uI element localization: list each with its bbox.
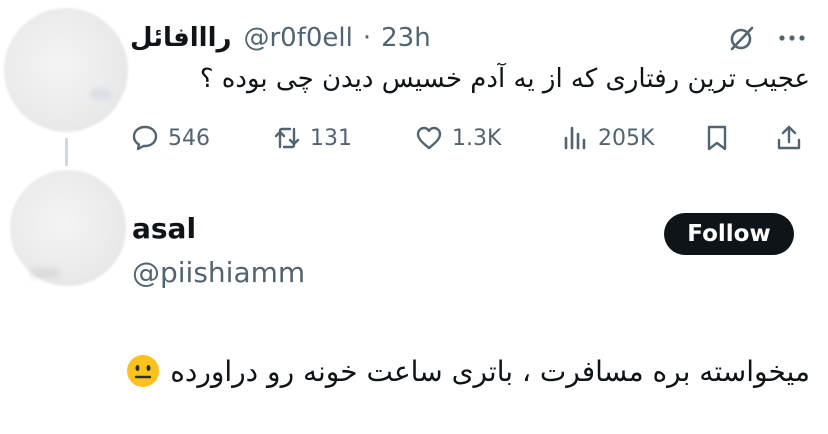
views-count: 205K bbox=[598, 125, 655, 151]
tweet-text: عجیب ترین رفتاری که از یه آدم خسیس دیدن … bbox=[199, 64, 810, 94]
reply-icon bbox=[132, 125, 158, 151]
views-chart-icon bbox=[564, 126, 586, 150]
bookmark-button[interactable] bbox=[702, 118, 732, 158]
share-icon bbox=[777, 125, 801, 150]
more-options-icon[interactable] bbox=[776, 28, 808, 48]
reply-text: میخواسته بره مسافرت ، باتری ساعت خونه رو… bbox=[170, 354, 810, 388]
reply-author-name[interactable]: asal bbox=[132, 212, 196, 245]
neutral-face-emoji-icon bbox=[127, 355, 160, 387]
tweet-header: @r0f0ell · 23h bbox=[243, 18, 430, 58]
bookmark-icon bbox=[707, 125, 727, 151]
reply-count: 546 bbox=[168, 125, 210, 151]
tweet-author-avatar[interactable] bbox=[4, 8, 128, 132]
header-separator: · bbox=[362, 23, 372, 53]
heart-icon bbox=[416, 126, 442, 150]
views-button[interactable]: 205K bbox=[560, 118, 654, 158]
tweet-timestamp[interactable]: 23h bbox=[381, 23, 431, 53]
avatar-blur-detail bbox=[90, 88, 112, 100]
reply-author-handle[interactable]: @piishiamm bbox=[132, 256, 305, 289]
grok-icon[interactable] bbox=[726, 24, 756, 54]
tweet-author-handle[interactable]: @r0f0ell bbox=[243, 23, 352, 53]
tweet-author-name-text: رااافائل bbox=[130, 23, 232, 53]
reply-button[interactable]: 546 bbox=[130, 118, 210, 158]
avatar-blur-detail bbox=[30, 268, 60, 278]
thread-connector-line bbox=[65, 138, 68, 166]
reply-text-row: میخواسته بره مسافرت ، باتری ساعت خونه رو… bbox=[126, 354, 810, 388]
follow-button[interactable]: Follow bbox=[664, 213, 794, 255]
reply-author-avatar[interactable] bbox=[10, 170, 126, 286]
retweet-icon bbox=[274, 127, 300, 149]
retweet-button[interactable]: 131 bbox=[272, 118, 352, 158]
like-button[interactable]: 1.3K bbox=[414, 118, 501, 158]
tweet-action-bar: 546 131 1.3K 205K bbox=[130, 118, 810, 158]
like-count: 1.3K bbox=[452, 125, 502, 151]
tweet-author-name[interactable]: رااافائل bbox=[130, 18, 231, 58]
share-button[interactable] bbox=[774, 118, 804, 158]
retweet-count: 131 bbox=[310, 125, 352, 151]
